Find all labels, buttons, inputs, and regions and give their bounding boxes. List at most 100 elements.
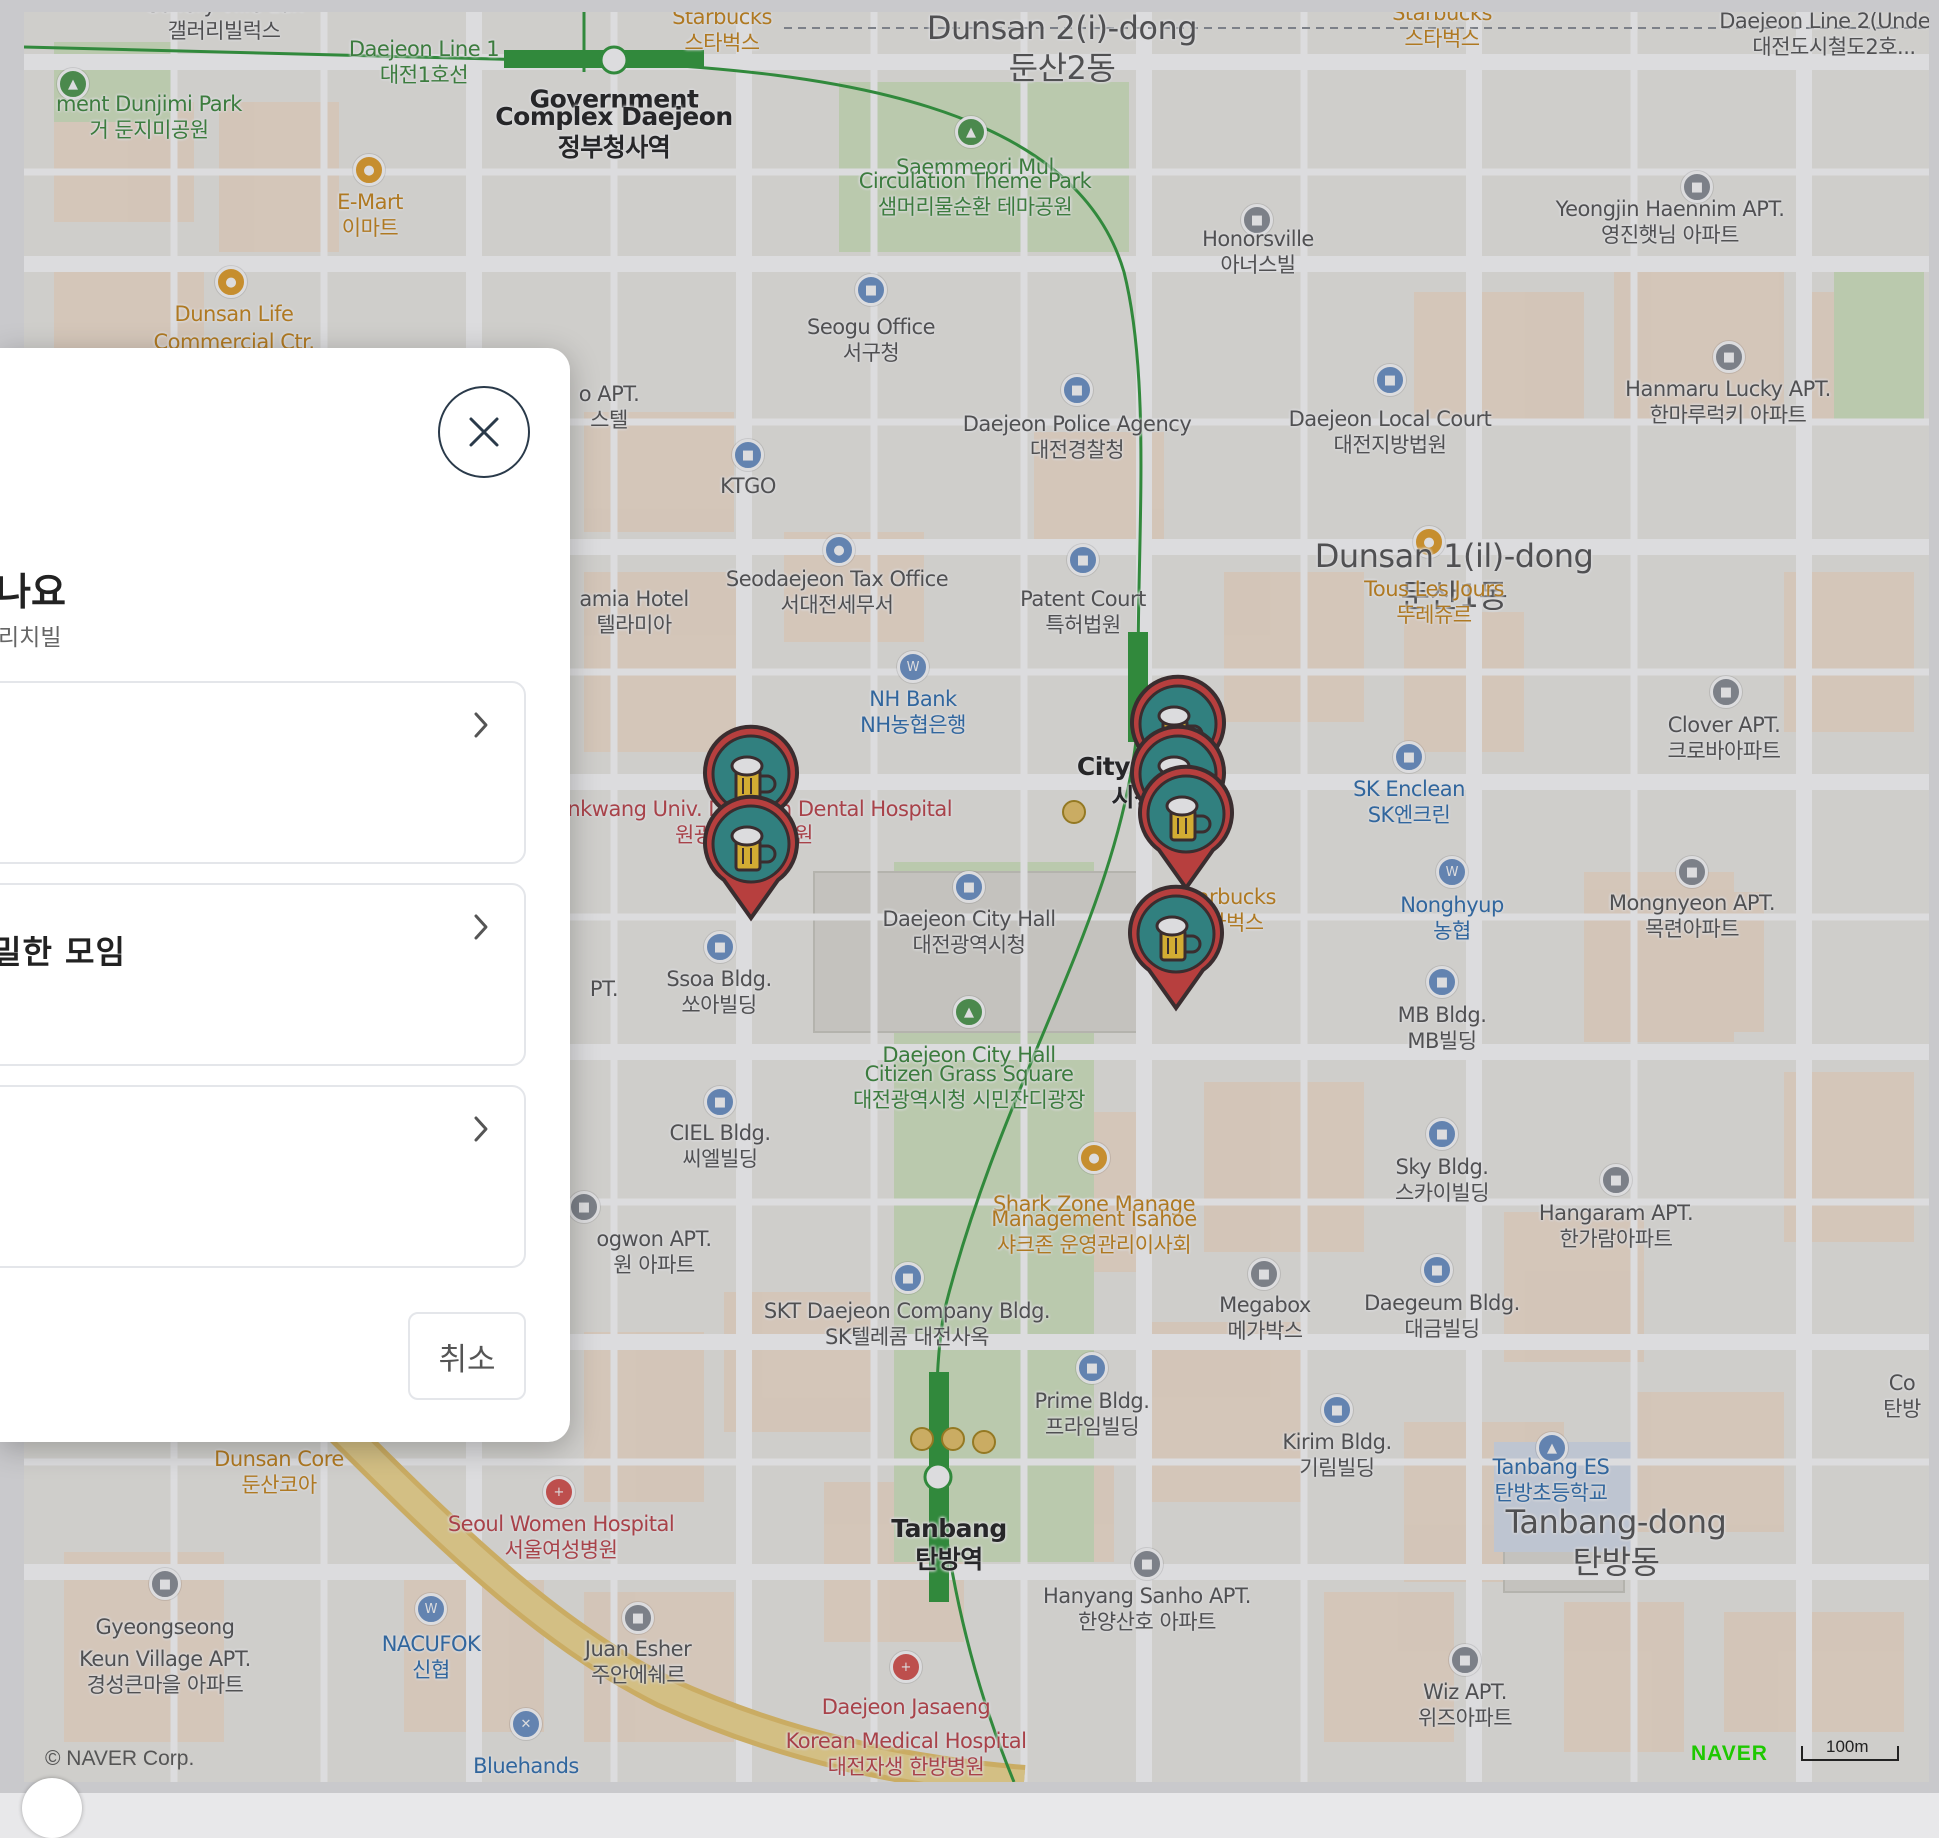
map-label-text: SKT Daejeon Company Bldg. xyxy=(763,1298,1051,1323)
map-label-text: KTGO xyxy=(720,473,776,498)
map-label[interactable]: CIEL Bldg. 씨엘빌딩 xyxy=(669,1120,771,1173)
map-label[interactable]: Mongnyeon APT. 목련아파트 xyxy=(1609,890,1776,943)
map-label[interactable]: Dunsan 2(i)-dong 둔산2동 xyxy=(927,12,1198,88)
map-label[interactable]: PT. xyxy=(590,976,619,1002)
map-label[interactable]: amia Hotel 텔라미아 xyxy=(579,586,689,639)
map-label[interactable]: Daejeon Line 2(Unde... 대전도시철도2호... xyxy=(1719,12,1929,60)
map-label[interactable]: Honorsville 아너스빌 xyxy=(1202,226,1314,279)
map-label[interactable]: Hangaram APT. 한가람아파트 xyxy=(1538,1200,1694,1253)
map-label[interactable]: Seoul Women Hospital 서울여성병원 xyxy=(448,1511,675,1564)
apartment-icon: ■ xyxy=(1449,1644,1481,1676)
map-label[interactable]: SKT Daejeon Company Bldg. SK텔레콤 대전사옥 xyxy=(763,1298,1051,1351)
map-label[interactable]: Juan Esher 주안에쉐르 xyxy=(585,1636,692,1689)
map-label[interactable]: E-Mart 이마트 xyxy=(337,189,403,242)
map-label[interactable]: Hanyang Sanho APT. 한양산호 아파트 xyxy=(1043,1583,1251,1636)
map-label-text: Tanbang-dong xyxy=(1505,1503,1727,1541)
map-label-text: Hanyang Sanho APT. xyxy=(1043,1583,1251,1608)
map-label-text: Daegeum Bldg. xyxy=(1364,1290,1520,1315)
map-label[interactable]: Korean Medical Hospital 대전자생 한방병원 xyxy=(786,1728,1027,1781)
dialog-subtitle: 리치빌 xyxy=(0,625,62,651)
map-label[interactable]: SK Enclean SK엔크린 xyxy=(1353,776,1465,829)
map-label[interactable]: Yeongjin Haennim APT. 영진햇님 아파트 xyxy=(1556,196,1785,249)
map-label[interactable]: KTGO xyxy=(720,473,776,499)
map-label[interactable]: Daegeum Bldg. 대금빌딩 xyxy=(1364,1290,1520,1343)
map-label[interactable]: Management Isahoe 샤크존 운영관리이사회 xyxy=(991,1206,1197,1259)
map-label[interactable]: Wiz APT. 위즈아파트 xyxy=(1418,1679,1513,1732)
map-label[interactable]: Daejeon Jasaeng xyxy=(822,1694,991,1720)
map-label-text: Seogu Office xyxy=(806,314,936,339)
map-label-text: Prime Bldg. xyxy=(1034,1388,1150,1413)
beer-pin-icon[interactable] xyxy=(1121,882,1231,1012)
map-label-text: Daejeon Police Agency xyxy=(962,411,1192,436)
map-label-subtext: 샤크존 운영관리이사회 xyxy=(996,1233,1192,1257)
map-label[interactable]: Tanbang 탄방역 xyxy=(891,1513,1007,1576)
map-label-text: Wiz APT. xyxy=(1423,1679,1507,1704)
map-label[interactable]: Daejeon Local Court 대전지방법원 xyxy=(1289,406,1492,459)
location-button[interactable] xyxy=(22,1778,82,1838)
map-label[interactable]: Daejeon Line 1 대전1호선 xyxy=(349,36,500,89)
map-label[interactable]: Nonghyup 농협 xyxy=(1400,892,1504,945)
map-label[interactable]: Clover APT. 크로바아파트 xyxy=(1668,712,1781,765)
map-label[interactable]: Daejeon Police Agency 대전경찰청 xyxy=(963,411,1192,464)
map-label-subtext: 둔산코아 xyxy=(241,1473,317,1497)
cancel-button[interactable]: 취소 xyxy=(408,1312,526,1400)
chevron-right-icon xyxy=(474,914,488,940)
chevron-right-icon xyxy=(474,1116,488,1142)
map-label-subtext: 스타벅스 xyxy=(684,31,760,55)
map-label[interactable]: o APT. 스텔 xyxy=(579,381,640,434)
map-label[interactable]: Citizen Grass Square 대전광역시청 시민잔디광장 xyxy=(853,1061,1086,1114)
map-label-subtext: 탄방 xyxy=(1883,1397,1921,1421)
map-label[interactable]: Tanbang-dong 탄방동 xyxy=(1506,1502,1727,1582)
map-label-subtext: 서울여성병원 xyxy=(504,1538,618,1562)
map-label-text: Hanmaru Lucky APT. xyxy=(1625,376,1831,401)
dialog-title: 나요 xyxy=(0,570,66,614)
gas-station-icon: ■ xyxy=(1393,741,1425,773)
map-label[interactable]: Kirim Bldg. 기림빌딩 xyxy=(1282,1429,1392,1482)
map-label[interactable]: Keun Village APT. 경성큰마을 아파트 xyxy=(79,1646,251,1699)
option-card-2[interactable]: 밀한 모임 xyxy=(0,883,526,1066)
map-label-text: Hangaram APT. xyxy=(1538,1200,1694,1225)
map-label[interactable]: Bluehands xyxy=(473,1753,579,1779)
map-label[interactable]: Seogu Office 서구청 xyxy=(806,314,936,367)
option-card-1[interactable] xyxy=(0,681,526,864)
map-label[interactable]: Co 탄방 xyxy=(1883,1370,1921,1423)
map-label[interactable]: Complex Daejeon 정부청사역 xyxy=(495,101,733,164)
map-label[interactable]: NACUFOK 신협 xyxy=(382,1631,481,1684)
naver-logo[interactable]: NAVER xyxy=(1691,1742,1768,1766)
apartment-icon: ■ xyxy=(1676,856,1708,888)
beer-pin-icon[interactable] xyxy=(1131,762,1241,892)
map-label[interactable]: Dunsan Core 둔산코아 xyxy=(214,1446,344,1499)
map-label[interactable]: Seodaejeon Tax Office 서대전세무서 xyxy=(726,566,949,619)
map-label[interactable]: Starbucks 스타벅스 xyxy=(672,12,772,56)
map-label[interactable]: Gallery ville Lux갤러리빌럭스 xyxy=(144,12,304,44)
map-label[interactable]: Daejeon City Hall 대전광역시청 xyxy=(882,906,1056,959)
map-label[interactable]: NH Bank NH농협은행 xyxy=(860,686,966,739)
option-card-3[interactable] xyxy=(0,1085,526,1268)
scale-label: 100m xyxy=(1826,1737,1869,1756)
map-label[interactable]: Dunsan Life xyxy=(175,301,294,327)
map-label-text: SK Enclean xyxy=(1353,776,1465,801)
map-label-subtext: 거 둔지미공원 xyxy=(89,118,209,142)
map-label[interactable]: Tous Les Jours 뚜레쥬르 xyxy=(1364,576,1504,629)
map-label[interactable]: Patent Court 특허법원 xyxy=(1020,586,1146,639)
map-label[interactable]: Megabox 메가박스 xyxy=(1219,1292,1311,1345)
map-label[interactable]: ment Dunjimi Park 거 둔지미공원 xyxy=(56,91,242,144)
map-label-subtext: 한가람아파트 xyxy=(1559,1227,1673,1251)
map-label-text: Complex Daejeon xyxy=(495,101,733,131)
map-label[interactable]: Tanbang ES 탄방초등학교 xyxy=(1493,1454,1610,1507)
close-button[interactable] xyxy=(438,386,530,478)
map-label[interactable]: MB Bldg. MB빌딩 xyxy=(1398,1002,1487,1055)
map-label[interactable]: Prime Bldg. 프라임빌딩 xyxy=(1035,1388,1150,1441)
map-label[interactable]: Sky Bldg. 스카이빌딩 xyxy=(1395,1154,1490,1207)
map-label[interactable]: Ssoa Bldg. 쏘아빌딩 xyxy=(666,966,772,1019)
building-icon: ■ xyxy=(1421,1254,1453,1286)
option-label: 밀한 모임 xyxy=(0,933,126,971)
map-label[interactable]: Gyeongseong xyxy=(96,1614,235,1640)
beer-pin-icon[interactable] xyxy=(696,792,806,922)
map-label[interactable]: Starbucks 스타벅스 xyxy=(1392,12,1492,52)
map-label[interactable]: ogwon APT. 원 아파트 xyxy=(596,1226,712,1279)
hospital-icon: + xyxy=(890,1651,922,1683)
map-label[interactable]: Hanmaru Lucky APT. 한마루럭키 아파트 xyxy=(1625,376,1831,429)
map-label-text: Gyeongseong xyxy=(95,1614,235,1639)
map-label[interactable]: Circulation Theme Park 샘머리물순환 테마공원 xyxy=(859,168,1092,221)
